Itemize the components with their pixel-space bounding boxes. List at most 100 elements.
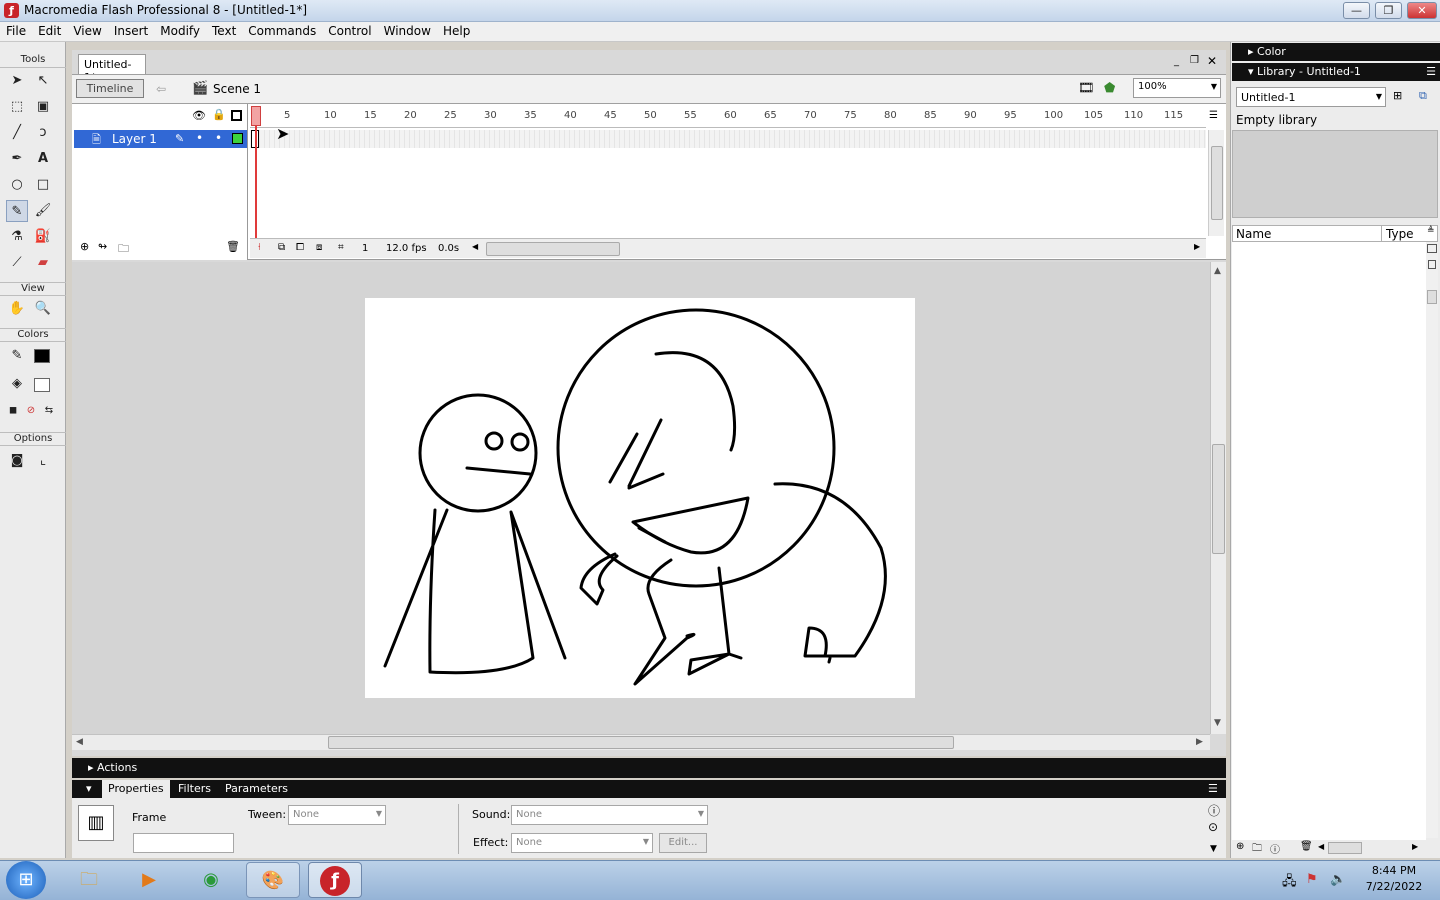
narrow-library-view-icon[interactable] xyxy=(1428,260,1436,269)
doc-minimize-icon[interactable]: _ xyxy=(1174,56,1179,67)
library-hscroll-thumb[interactable] xyxy=(1328,842,1362,854)
onion-skin-icon[interactable]: ⧉ xyxy=(278,242,285,253)
library-vscroll[interactable] xyxy=(1426,242,1438,838)
playhead[interactable] xyxy=(255,106,257,256)
edit-accessibility-icon[interactable]: ⊙ xyxy=(1208,820,1218,834)
edit-multiple-frames-icon[interactable]: ⧈ xyxy=(316,242,322,253)
scroll-right-icon[interactable]: ▶ xyxy=(1412,842,1418,851)
sound-select[interactable]: None ▼ xyxy=(511,805,708,825)
oval-tool-icon[interactable]: ○ xyxy=(6,174,28,196)
actions-panel-header[interactable]: ▸ Actions xyxy=(72,758,1226,778)
stroke-color-swatch[interactable] xyxy=(34,349,50,363)
menu-control[interactable]: Control xyxy=(322,22,377,40)
menu-file[interactable]: File xyxy=(0,22,32,40)
back-arrow-icon[interactable]: ⇦ xyxy=(156,82,166,96)
stage-hscroll[interactable]: ◀ ▶ xyxy=(72,734,1210,750)
delete-item-icon[interactable]: 🗑 xyxy=(1300,841,1313,852)
doc-restore-icon[interactable]: ❐ xyxy=(1190,55,1199,66)
document-tab[interactable]: Untitled-1* xyxy=(78,54,146,84)
paint-bucket-tool-icon[interactable]: ⛽ xyxy=(32,226,54,248)
rectangle-tool-icon[interactable]: □ xyxy=(32,174,54,196)
frame-name-input[interactable] xyxy=(133,833,234,853)
tween-select[interactable]: None ▼ xyxy=(288,805,386,825)
scroll-up-icon[interactable]: ▲ xyxy=(1214,266,1221,276)
timeline-hscroll-thumb[interactable] xyxy=(486,242,620,256)
properties-menu-icon[interactable]: ☰ xyxy=(1208,782,1218,795)
collapse-arrow-icon[interactable]: ▾ xyxy=(86,782,92,795)
new-library-panel-icon[interactable]: ⧉ xyxy=(1419,89,1427,103)
library-col-type[interactable]: Type xyxy=(1386,227,1414,241)
lock-dot-icon[interactable]: • xyxy=(215,131,222,145)
eraser-tool-icon[interactable]: ▰ xyxy=(32,252,54,274)
menu-insert[interactable]: Insert xyxy=(108,22,154,40)
library-document-select[interactable]: Untitled-1 ▼ xyxy=(1236,87,1386,107)
fill-color-swatch[interactable] xyxy=(34,378,50,392)
doc-close-icon[interactable]: ✕ xyxy=(1207,54,1217,68)
visible-dot-icon[interactable]: • xyxy=(196,131,203,145)
modify-onion-markers-icon[interactable]: ⌗ xyxy=(338,242,344,253)
selection-tool-icon[interactable]: ➤ xyxy=(6,70,28,92)
pencil-tool-icon[interactable]: ✎ xyxy=(6,200,28,222)
frame-ruler[interactable]: 5 10 15 20 25 30 35 40 45 50 55 60 65 70… xyxy=(250,106,1206,128)
stroke-color-icon[interactable]: ✎ xyxy=(6,345,28,367)
subselection-tool-icon[interactable]: ↖ xyxy=(32,70,54,92)
layer-row[interactable]: 🗎 Layer 1 ✎ • • xyxy=(74,130,247,148)
timeline-button[interactable]: Timeline xyxy=(76,79,144,98)
color-panel-header[interactable]: ▸ Color xyxy=(1232,43,1440,61)
hand-tool-icon[interactable]: ✋ xyxy=(6,298,28,320)
swap-colors-icon[interactable]: ⇆ xyxy=(38,400,60,422)
stage-vscroll-thumb[interactable] xyxy=(1212,444,1225,554)
sort-icon[interactable]: ≜ xyxy=(1427,226,1435,236)
scroll-left-icon[interactable]: ◀ xyxy=(76,737,83,747)
restore-button[interactable]: ❐ xyxy=(1375,2,1402,19)
scroll-left-icon[interactable]: ◀ xyxy=(1318,842,1324,851)
timeline-vscroll[interactable] xyxy=(1208,130,1224,236)
layer-outline-color-icon[interactable] xyxy=(232,133,243,144)
scroll-down-icon[interactable]: ▼ xyxy=(1214,718,1221,728)
stage-hscroll-thumb[interactable] xyxy=(328,736,954,749)
fill-color-icon[interactable]: ◈ xyxy=(6,373,28,395)
onion-outlines-icon[interactable]: ⧠ xyxy=(296,242,304,253)
new-folder-icon[interactable]: 🗀 xyxy=(1252,841,1262,858)
library-panel-header[interactable]: ▾ Library - Untitled-1 ☰ xyxy=(1232,63,1440,81)
outline-icon[interactable] xyxy=(231,110,242,121)
brush-tool-icon[interactable]: 🖌 xyxy=(32,200,54,222)
zoom-tool-icon[interactable]: 🔍 xyxy=(32,298,54,320)
timeline-menu-icon[interactable]: ☰ xyxy=(1209,110,1218,121)
stage-vscroll[interactable]: ▲ ▼ xyxy=(1210,262,1226,734)
effect-select[interactable]: None ▼ xyxy=(511,833,653,853)
scroll-left-icon[interactable]: ◀ xyxy=(472,242,478,251)
tab-filters[interactable]: Filters xyxy=(178,782,211,795)
chrome-taskbar-icon[interactable]: ◉ xyxy=(184,862,238,898)
eye-icon[interactable]: 👁 xyxy=(192,109,206,122)
lock-icon[interactable]: 🔒 xyxy=(212,108,226,121)
menu-modify[interactable]: Modify xyxy=(154,22,206,40)
edit-symbols-icon[interactable]: ⬟ xyxy=(1104,81,1115,96)
network-tray-icon[interactable]: 🖧 xyxy=(1282,872,1297,894)
ink-bottle-tool-icon[interactable]: ⚗ xyxy=(6,226,28,248)
start-button[interactable]: ⊞ xyxy=(6,861,46,899)
text-tool-icon[interactable]: A xyxy=(32,148,54,170)
pin-library-icon[interactable]: ⊞ xyxy=(1393,89,1402,102)
eyedropper-tool-icon[interactable]: ⟋ xyxy=(6,252,28,274)
volume-tray-icon[interactable]: 🔈 xyxy=(1330,872,1346,887)
free-transform-tool-icon[interactable]: ⬚ xyxy=(6,96,28,118)
media-player-taskbar-icon[interactable]: ▶ xyxy=(122,862,176,898)
close-button[interactable]: ✕ xyxy=(1407,2,1437,19)
tab-parameters[interactable]: Parameters xyxy=(225,782,288,795)
menu-view[interactable]: View xyxy=(67,22,107,40)
pen-tool-icon[interactable]: ✒ xyxy=(6,148,28,170)
scroll-right-icon[interactable]: ▶ xyxy=(1194,242,1200,251)
add-motion-guide-icon[interactable]: ↬ xyxy=(98,240,107,253)
line-tool-icon[interactable]: ╱ xyxy=(6,122,28,144)
taskbar-clock[interactable]: 8:44 PM 7/22/2022 xyxy=(1356,864,1432,896)
paint-taskbar-icon[interactable]: 🎨 xyxy=(246,862,300,898)
collapse-panel-icon[interactable]: ▼ xyxy=(1210,844,1217,854)
tab-properties[interactable]: Properties xyxy=(102,780,170,798)
help-icon[interactable]: ⓘ xyxy=(1208,802,1220,819)
minimize-button[interactable]: — xyxy=(1343,2,1370,19)
library-menu-icon[interactable]: ☰ xyxy=(1426,65,1436,78)
pencil-mode-icon[interactable]: ⌞ xyxy=(32,450,54,472)
library-col-name[interactable]: Name xyxy=(1236,227,1271,241)
menu-commands[interactable]: Commands xyxy=(242,22,322,40)
